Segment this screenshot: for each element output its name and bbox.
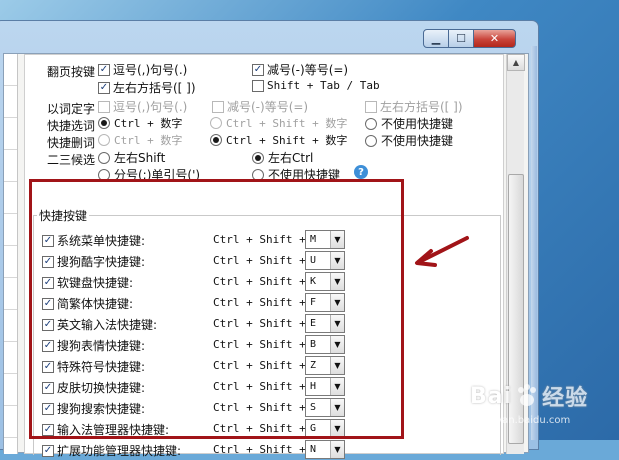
watermark-url: jingyan.baidu.com [478, 415, 571, 426]
watermark-brand-2: 经验 [542, 386, 589, 411]
nav-item[interactable] [4, 278, 17, 310]
option-label: 逗号(,)句号(.) [113, 100, 188, 114]
help-button[interactable]: ? [354, 165, 368, 179]
checkbox-box[interactable]: ✓ [252, 63, 264, 76]
nav-item[interactable] [4, 374, 17, 406]
word-brackets-checkbox[interactable]: 左右方括号([ ]) [365, 98, 463, 115]
checkbox-box[interactable]: ✓ [42, 444, 54, 457]
title-bar-buttons: ▁ ☐ ✕ [423, 29, 516, 49]
flip-brackets-checkbox[interactable]: ✓ 左右方括号([ ]) [98, 79, 196, 96]
quick-select-none-radio[interactable]: 不使用快捷键 [365, 115, 453, 132]
radio-button[interactable] [252, 151, 264, 164]
nav-item[interactable] [4, 214, 17, 246]
annotation-highlight-box [29, 179, 404, 439]
checkbox-box[interactable] [212, 100, 224, 113]
second-left-shift-radio[interactable]: 左右Shift [98, 149, 165, 166]
maximize-icon: ☐ [456, 32, 466, 45]
hotkey-row: ✓ 扩展功能管理器快捷键: Ctrl + Shift + N ▼ [42, 440, 362, 460]
radio-button[interactable] [210, 117, 222, 129]
radio-button[interactable] [365, 117, 377, 130]
flip-shift-tab-checkbox[interactable]: Shift + Tab / Tab [252, 79, 380, 92]
radio-button[interactable] [365, 134, 377, 147]
radio-button[interactable] [98, 117, 110, 129]
radio-button[interactable] [210, 134, 222, 146]
hotkey-key-dropdown[interactable]: N ▼ [305, 440, 345, 459]
baidu-watermark: Bai 经验 [470, 380, 588, 412]
option-label: 减号(-)等号(=) [227, 100, 309, 114]
checkbox-box[interactable]: ✓ [98, 63, 110, 76]
close-button[interactable]: ✕ [473, 29, 516, 48]
chevron-down-icon[interactable]: ▼ [330, 441, 344, 458]
left-navigation [4, 54, 18, 454]
option-label: Ctrl + 数字 [114, 134, 183, 147]
checkbox-box[interactable] [365, 100, 377, 113]
hotkey-checkbox[interactable]: ✓ 扩展功能管理器快捷键: [42, 442, 181, 459]
option-label: 左右Shift [114, 151, 166, 165]
option-label: Ctrl + Shift + 数字 [226, 117, 348, 130]
check-icon: ✓ [253, 63, 263, 75]
radio-button[interactable] [98, 134, 110, 146]
option-label: Ctrl + Shift + 数字 [226, 134, 348, 147]
checkbox-box[interactable] [98, 100, 110, 113]
help-icon: ? [354, 165, 368, 179]
checkbox-box[interactable] [252, 79, 264, 92]
option-label: 不使用快捷键 [381, 117, 454, 131]
quick-delete-none-radio[interactable]: 不使用快捷键 [365, 132, 453, 149]
nav-item[interactable] [4, 182, 17, 214]
minimize-button[interactable]: ▁ [423, 29, 449, 48]
paw-icon [518, 384, 537, 406]
option-label: Ctrl + 数字 [114, 117, 183, 130]
nav-item[interactable] [4, 406, 17, 438]
nav-item[interactable] [4, 86, 17, 118]
hotkey-modifiers: Ctrl + Shift + [213, 443, 306, 456]
scroll-up-icon: ▲ [512, 58, 520, 67]
checkbox-box[interactable]: ✓ [98, 81, 110, 94]
radio-button[interactable] [98, 151, 110, 164]
option-label: 逗号(,)句号(.) [113, 63, 188, 77]
option-label: Shift + Tab / Tab [267, 79, 380, 92]
flip-comma-period-checkbox[interactable]: ✓ 逗号(,)句号(.) [98, 61, 187, 78]
annotation-arrow-icon [415, 236, 469, 267]
flip-minus-equal-checkbox[interactable]: ✓ 减号(-)等号(=) [252, 61, 348, 78]
scroll-up-button[interactable]: ▲ [507, 54, 525, 71]
quick-select-ctrl-shift-num-radio[interactable]: Ctrl + Shift + 数字 [210, 115, 347, 131]
close-icon: ✕ [489, 32, 500, 45]
nav-item[interactable] [4, 310, 17, 342]
hotkey-key-value: N [310, 444, 317, 455]
option-label: 不使用快捷键 [381, 134, 454, 148]
maximize-button[interactable]: ☐ [448, 29, 474, 48]
option-label: 左右方括号([ ]) [113, 81, 196, 95]
watermark-brand: Bai [470, 383, 513, 409]
option-label: 左右方括号([ ]) [380, 100, 463, 114]
word-comma-period-checkbox[interactable]: 逗号(,)句号(.) [98, 98, 187, 115]
check-icon: ✓ [99, 63, 109, 75]
nav-item[interactable] [4, 150, 17, 182]
nav-item[interactable] [4, 246, 17, 278]
nav-item[interactable] [4, 118, 17, 150]
quick-delete-ctrl-shift-num-radio[interactable]: Ctrl + Shift + 数字 [210, 132, 347, 148]
quick-select-ctrl-num-radio[interactable]: Ctrl + 数字 [98, 115, 182, 131]
nav-item[interactable] [4, 342, 17, 374]
word-minus-equal-checkbox[interactable]: 减号(-)等号(=) [212, 98, 308, 115]
option-label: 减号(-)等号(=) [267, 63, 349, 77]
hotkey-name: 扩展功能管理器快捷键: [57, 444, 182, 458]
nav-item[interactable] [4, 54, 17, 86]
second-left-ctrl-radio[interactable]: 左右Ctrl [252, 149, 313, 166]
minimize-icon: ▁ [431, 32, 441, 45]
option-label: 左右Ctrl [268, 151, 314, 165]
check-icon: ✓ [43, 444, 53, 456]
quick-delete-ctrl-num-radio[interactable]: Ctrl + 数字 [98, 132, 182, 148]
check-icon: ✓ [99, 81, 109, 93]
